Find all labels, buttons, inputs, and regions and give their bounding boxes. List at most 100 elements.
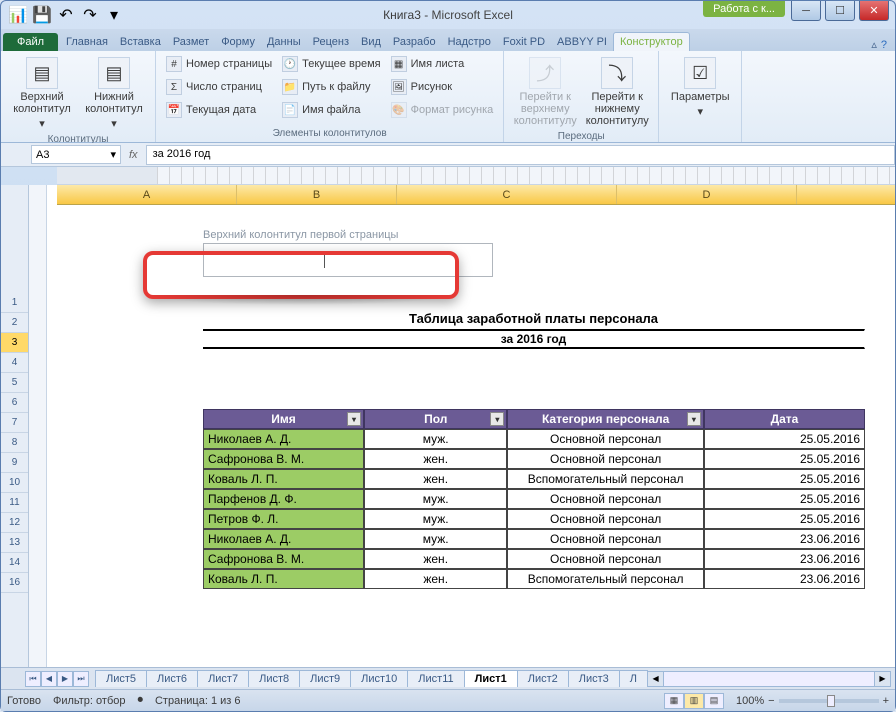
cell-category[interactable]: Основной персонал [507, 509, 704, 529]
tab-home[interactable]: Главная [60, 33, 114, 51]
page-break-view-button[interactable]: ▤ [704, 693, 724, 709]
cell-sex[interactable]: муж. [364, 529, 507, 549]
row-header[interactable]: 9 [1, 453, 28, 473]
minimize-ribbon-icon[interactable]: ▵ [871, 38, 877, 51]
sheet-tab[interactable]: Лист9 [299, 670, 351, 687]
cell-category[interactable]: Основной персонал [507, 529, 704, 549]
cell-sex[interactable]: муж. [364, 489, 507, 509]
tab-design[interactable]: Конструктор [613, 32, 690, 51]
maximize-button[interactable]: ☐ [825, 1, 855, 21]
cell-category[interactable]: Основной персонал [507, 449, 704, 469]
row-header[interactable]: 13 [1, 533, 28, 553]
row-header[interactable]: 16 [1, 573, 28, 593]
filter-dropdown-icon[interactable]: ▾ [687, 412, 701, 426]
col-header-category[interactable]: Категория персонала▾ [507, 409, 704, 429]
sheet-tab[interactable]: Лист3 [568, 670, 620, 687]
first-sheet-button[interactable]: ⏮ [25, 671, 41, 687]
zoom-out-button[interactable]: − [768, 695, 774, 707]
cell-sex[interactable]: жен. [364, 569, 507, 589]
page-layout-view-button[interactable]: ▥ [684, 693, 704, 709]
cell-date[interactable]: 25.05.2016 [704, 449, 865, 469]
normal-view-button[interactable]: ▦ [664, 693, 684, 709]
sheet-tab[interactable]: Лист8 [248, 670, 300, 687]
cell-category[interactable]: Вспомогательный персонал [507, 469, 704, 489]
col-header-sex[interactable]: Пол▾ [364, 409, 507, 429]
header-left-input[interactable] [203, 243, 493, 277]
record-macro-icon[interactable]: ⏺ [137, 694, 143, 707]
save-icon[interactable]: 💾 [31, 4, 53, 26]
next-sheet-button[interactable]: ▶ [57, 671, 73, 687]
sheet-name-button[interactable]: ▦Имя листа [387, 53, 498, 75]
cell-name[interactable]: Парфенов Д. Ф. [203, 489, 364, 509]
horizontal-scrollbar[interactable]: ◀ ▶ [647, 671, 891, 687]
cell-sex[interactable]: жен. [364, 549, 507, 569]
last-sheet-button[interactable]: ⏭ [73, 671, 89, 687]
zoom-in-button[interactable]: + [883, 695, 889, 707]
scroll-right-button[interactable]: ▶ [874, 672, 890, 686]
row-header[interactable]: 11 [1, 493, 28, 513]
sheet-tab[interactable]: Лист2 [517, 670, 569, 687]
sheet-tab[interactable]: Лист11 [407, 670, 464, 687]
row-header[interactable]: 12 [1, 513, 28, 533]
picture-button[interactable]: 🖼Рисунок [387, 76, 498, 98]
excel-icon[interactable]: 📊 [7, 4, 29, 26]
help-icon[interactable]: ? [881, 39, 887, 51]
col-header[interactable]: C [397, 185, 617, 204]
col-header-name[interactable]: Имя▾ [203, 409, 364, 429]
cell-date[interactable]: 23.06.2016 [704, 569, 865, 589]
cell-sex[interactable]: муж. [364, 429, 507, 449]
tab-review[interactable]: Реценз [307, 33, 355, 51]
tab-developer[interactable]: Разрабо [387, 33, 442, 51]
file-path-button[interactable]: 📁Путь к файлу [278, 76, 384, 98]
cell-name[interactable]: Сафронова В. М. [203, 449, 364, 469]
cell-name[interactable]: Коваль Л. П. [203, 469, 364, 489]
cell-date[interactable]: 23.06.2016 [704, 529, 865, 549]
bottom-header-button[interactable]: ▤ Нижний колонтитул▾ [79, 53, 149, 134]
sheet-tab[interactable]: Лист5 [95, 670, 147, 687]
name-box[interactable]: A3▾ [31, 145, 121, 164]
cell-date[interactable]: 25.05.2016 [704, 489, 865, 509]
tab-insert[interactable]: Вставка [114, 33, 167, 51]
row-header[interactable]: 3 [1, 333, 28, 353]
cell-date[interactable]: 25.05.2016 [704, 469, 865, 489]
cell-category[interactable]: Основной персонал [507, 429, 704, 449]
sheet-tab[interactable]: Лист7 [197, 670, 249, 687]
row-header[interactable]: 7 [1, 413, 28, 433]
row-header[interactable]: 1 [1, 293, 28, 313]
close-button[interactable]: ✕ [859, 1, 889, 21]
sheet-tab[interactable]: Лист10 [350, 670, 408, 687]
page-number-button[interactable]: #Номер страницы [162, 53, 276, 75]
scroll-left-button[interactable]: ◀ [648, 672, 664, 686]
cell-category[interactable]: Основной персонал [507, 489, 704, 509]
cell-date[interactable]: 25.05.2016 [704, 429, 865, 449]
tab-view[interactable]: Вид [355, 33, 387, 51]
cell-category[interactable]: Основной персонал [507, 549, 704, 569]
prev-sheet-button[interactable]: ◀ [41, 671, 57, 687]
current-time-button[interactable]: 🕐Текущее время [278, 53, 384, 75]
table-title[interactable]: Таблица заработной платы персонала [203, 309, 865, 329]
redo-icon[interactable]: ↷ [79, 4, 101, 26]
col-header-date[interactable]: Дата [704, 409, 865, 429]
cell-sex[interactable]: жен. [364, 469, 507, 489]
row-header[interactable]: 10 [1, 473, 28, 493]
cell-name[interactable]: Николаев А. Д. [203, 429, 364, 449]
sheet-tab[interactable]: Л [619, 670, 648, 687]
zoom-slider[interactable] [779, 699, 879, 703]
row-header[interactable]: 14 [1, 553, 28, 573]
undo-icon[interactable]: ↶ [55, 4, 77, 26]
zoom-level[interactable]: 100% [736, 695, 764, 707]
tab-foxit[interactable]: Foxit PD [497, 33, 551, 51]
file-name-button[interactable]: 📄Имя файла [278, 99, 384, 121]
minimize-button[interactable]: ─ [791, 1, 821, 21]
row-header[interactable]: 6 [1, 393, 28, 413]
cell-date[interactable]: 23.06.2016 [704, 549, 865, 569]
zoom-thumb[interactable] [827, 695, 835, 707]
chevron-down-icon[interactable]: ▾ [110, 148, 116, 161]
cell-name[interactable]: Сафронова В. М. [203, 549, 364, 569]
row-header[interactable]: 2 [1, 313, 28, 333]
cell-name[interactable]: Коваль Л. П. [203, 569, 364, 589]
fx-button[interactable]: fx [121, 149, 146, 161]
col-header[interactable]: B [237, 185, 397, 204]
row-header[interactable]: 8 [1, 433, 28, 453]
row-header[interactable]: 5 [1, 373, 28, 393]
